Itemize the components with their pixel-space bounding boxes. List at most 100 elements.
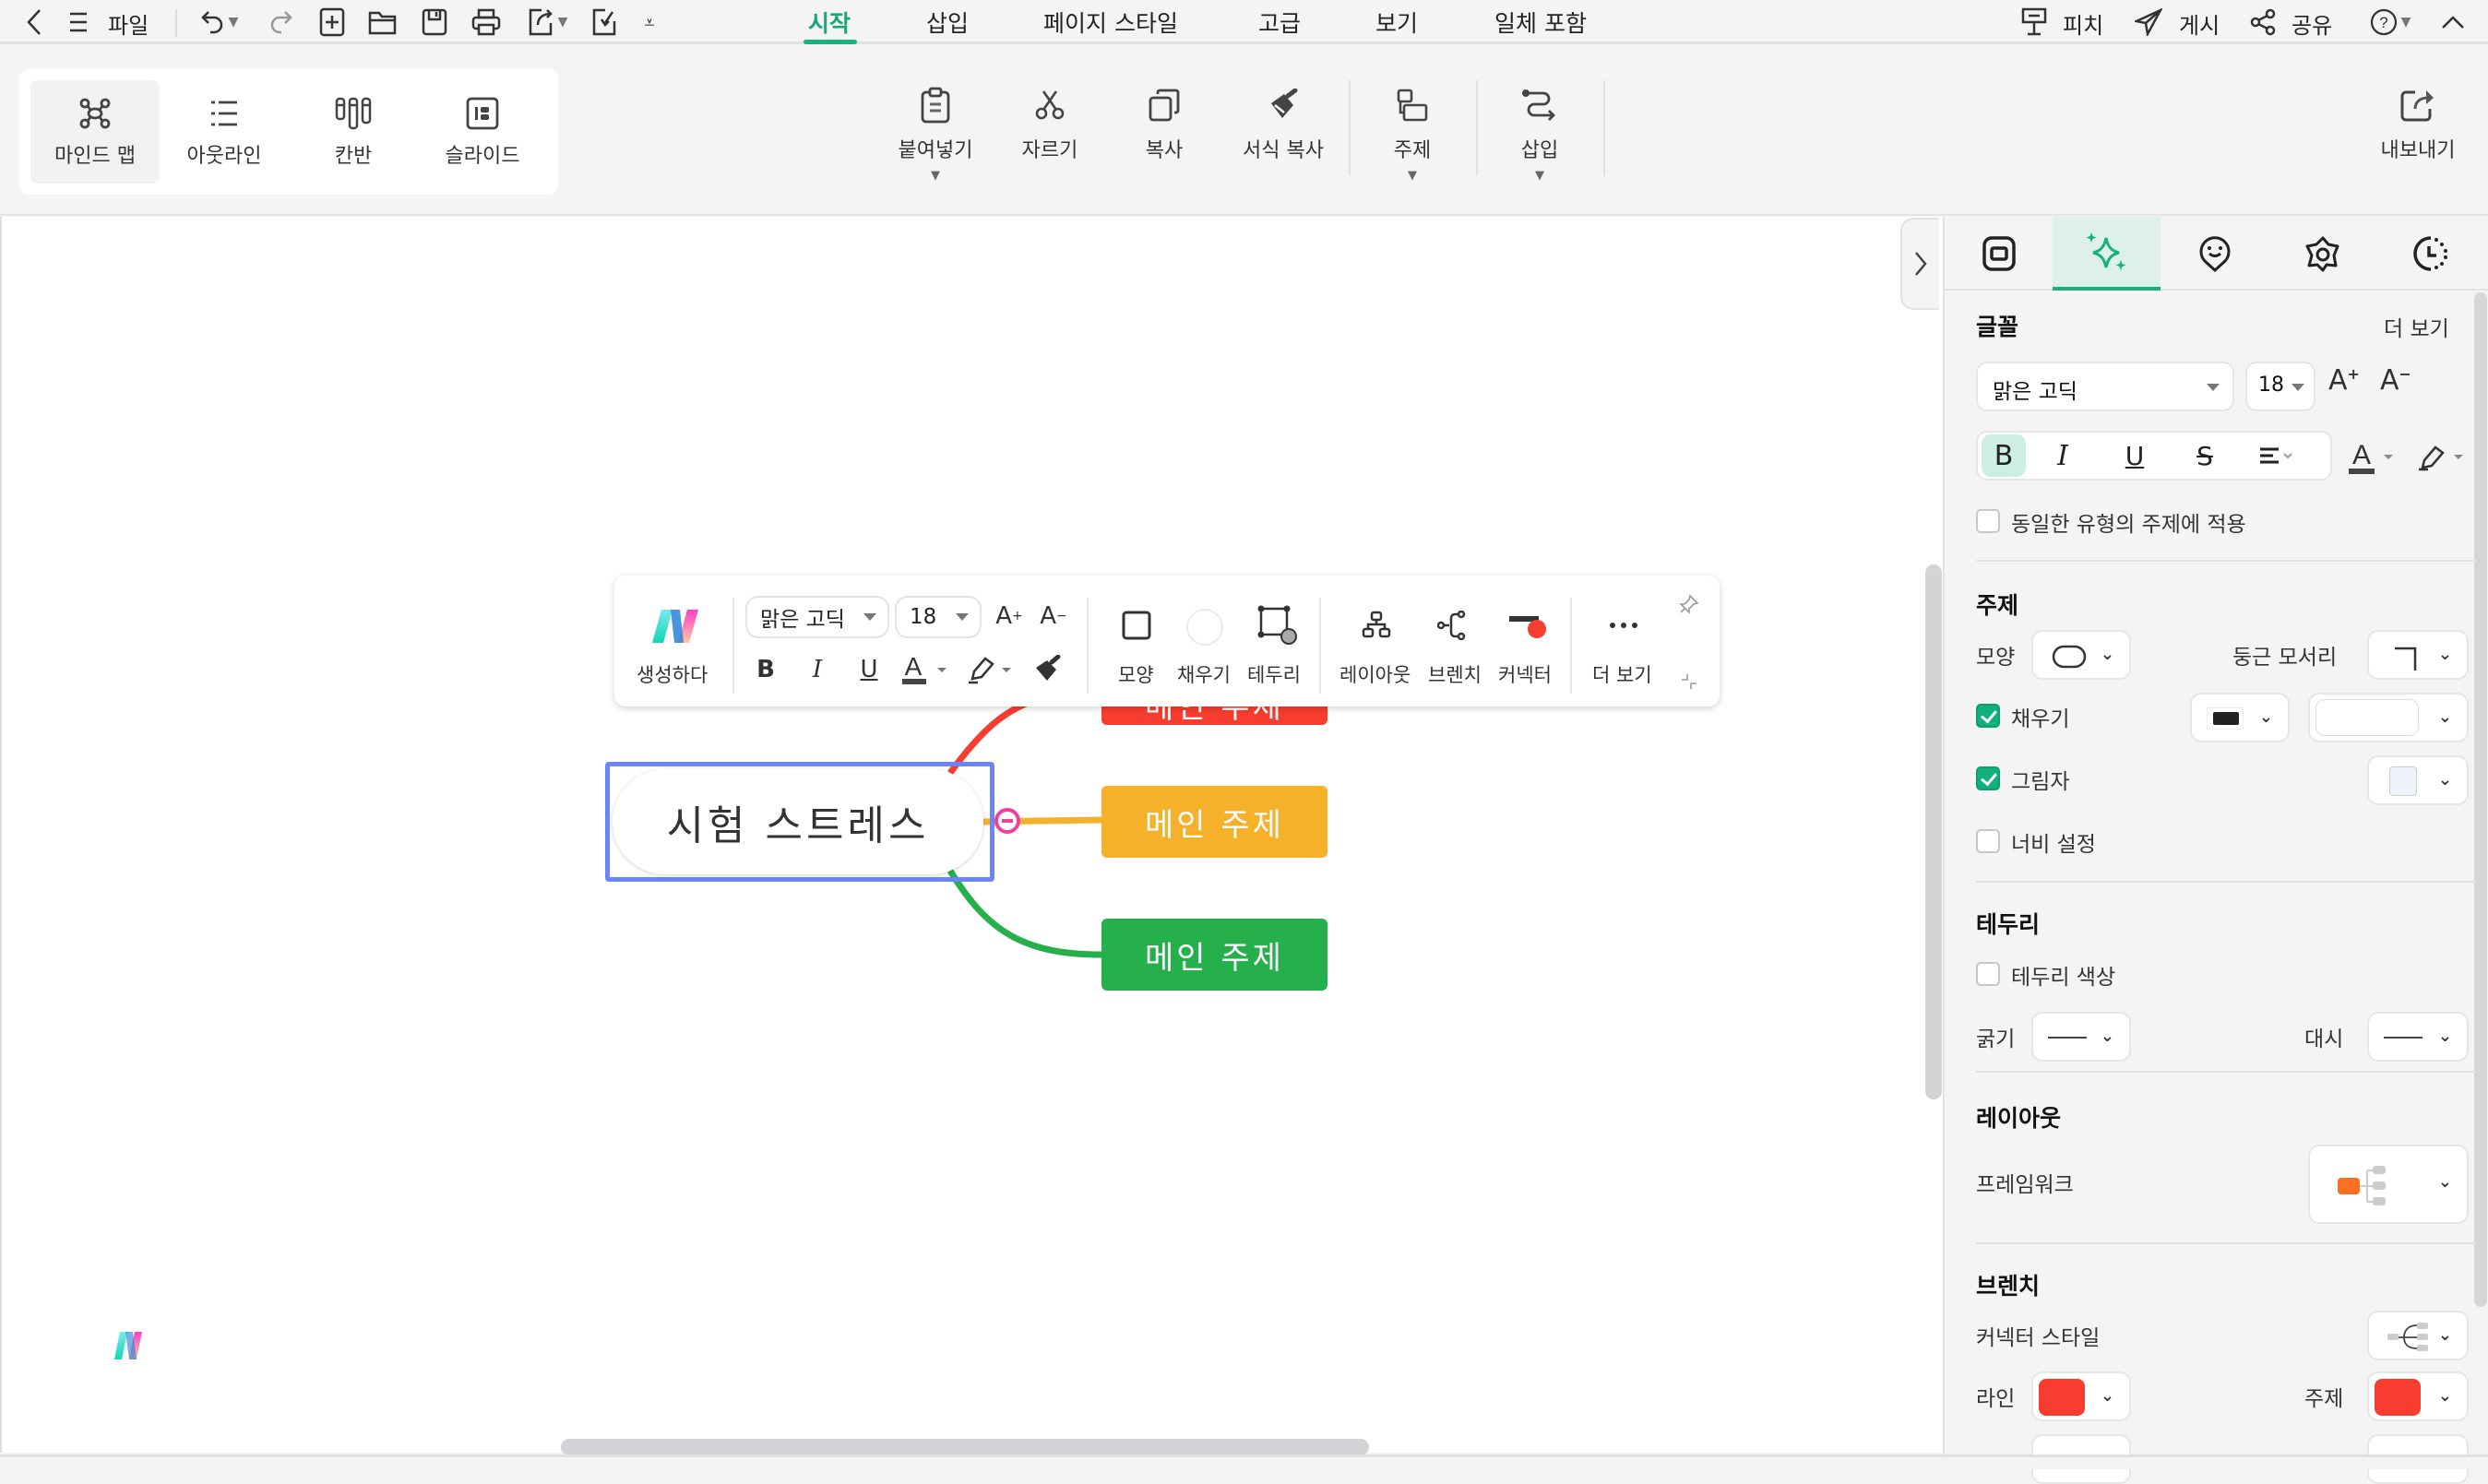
tab-theme[interactable] xyxy=(2268,217,2376,291)
pin-icon[interactable] xyxy=(1675,590,1703,618)
font-color-icon[interactable]: A xyxy=(899,649,952,690)
connector-style-select[interactable]: ⌄ xyxy=(2367,1311,2469,1360)
divider xyxy=(1976,560,2476,562)
collapse-branch-button[interactable] xyxy=(994,808,1020,834)
tab-style[interactable] xyxy=(2053,217,2161,291)
more-icon[interactable] xyxy=(1605,607,1642,644)
main-topic-3[interactable]: 메인 주제 xyxy=(1101,919,1327,991)
shape-icon[interactable] xyxy=(1118,607,1155,644)
divider xyxy=(1319,598,1321,694)
tab-canvas-style[interactable] xyxy=(1945,217,2053,291)
divider xyxy=(1087,598,1089,694)
corner-icon xyxy=(2395,647,2417,671)
topic-label: 메인 주제 xyxy=(1145,939,1284,977)
panel-highlight-button[interactable] xyxy=(2415,436,2472,479)
underline-button[interactable]: U xyxy=(2116,434,2153,477)
panel-scrollbar[interactable] xyxy=(2474,292,2487,1307)
fill-gradient-select[interactable]: ⌄ xyxy=(2308,693,2469,742)
width-checkbox[interactable] xyxy=(1976,829,2000,853)
shadow-label: 그림자 xyxy=(2011,770,2070,794)
decrease-font-icon[interactable]: A− xyxy=(1035,598,1072,635)
share-button[interactable]: 공유 xyxy=(2292,7,2332,40)
border-icon[interactable] xyxy=(1255,603,1301,647)
share-icon[interactable] xyxy=(2249,6,2277,39)
color-swatch xyxy=(2207,707,2244,730)
fill-checkbox[interactable] xyxy=(1976,704,2000,728)
export-button[interactable]: 내보내기 xyxy=(2367,84,2469,163)
chevron-down-icon: ⌄ xyxy=(2437,707,2452,727)
shadow-color-select[interactable]: ⌄ xyxy=(2367,755,2469,805)
publish-icon[interactable] xyxy=(2135,6,2162,39)
increase-font-icon[interactable]: A+ xyxy=(2328,364,2360,397)
branch-connectors xyxy=(947,697,1102,958)
font-color-icon: A xyxy=(2349,440,2393,474)
canvas-vertical-scrollbar[interactable] xyxy=(1925,564,1942,1099)
bold-button[interactable]: B xyxy=(1982,434,2026,477)
shape-select[interactable]: ⌄ xyxy=(2031,630,2131,680)
border-weight-select[interactable]: ⌄ xyxy=(2031,1012,2131,1062)
layout-icon[interactable] xyxy=(1358,607,1395,644)
ai-generate-label[interactable]: 생성하다 xyxy=(637,660,708,688)
dropdown-caret-icon xyxy=(2292,384,2304,391)
branch-icon[interactable] xyxy=(1434,607,1470,644)
ai-assistant-logo-icon[interactable] xyxy=(114,1332,155,1361)
ai-logo-icon[interactable] xyxy=(648,607,703,646)
svg-text:A: A xyxy=(2352,440,2371,470)
divider xyxy=(1976,1242,2476,1244)
chevron-down-icon: ⌄ xyxy=(2258,707,2273,727)
canvas-horizontal-scrollbar[interactable] xyxy=(561,1439,1369,1455)
panel-collapse-button[interactable] xyxy=(1900,218,1939,310)
help-icon[interactable]: ? ▼ xyxy=(2365,6,2415,39)
decrease-font-icon[interactable]: A− xyxy=(2380,364,2411,397)
font-family-select[interactable]: 맑은 고딕 xyxy=(745,596,889,638)
rounded-shape-icon xyxy=(2052,645,2087,669)
tab-marker[interactable] xyxy=(2161,217,2268,291)
apply-same-type-checkbox[interactable] xyxy=(1976,509,2000,533)
sparkle-icon xyxy=(2086,232,2125,270)
panel-font-color-button[interactable]: A xyxy=(2347,436,2404,479)
dropdown-caret-icon xyxy=(2207,384,2220,391)
branch-label: 브렌치 xyxy=(1428,664,1482,686)
text-style-group: B I U S xyxy=(1976,431,2332,481)
strikethrough-button[interactable]: S xyxy=(2186,434,2223,477)
italic-icon[interactable]: I xyxy=(801,651,834,688)
pitch-icon[interactable] xyxy=(2020,6,2048,39)
fill-color-select[interactable]: ⌄ xyxy=(2190,693,2290,742)
border-color-checkbox[interactable] xyxy=(1976,962,2000,986)
font-more-link[interactable]: 더 보기 xyxy=(2384,311,2449,342)
topic-color-select[interactable]: ⌄ xyxy=(2367,1371,2469,1421)
underline-icon[interactable]: U xyxy=(852,651,886,688)
apply-same-type-label: 동일한 유형의 주제에 적용 xyxy=(2011,513,2246,537)
shape-label: 모양 xyxy=(1118,664,1154,686)
shadow-checkbox[interactable] xyxy=(1976,766,2000,790)
collapse-toolbar-icon[interactable] xyxy=(1675,668,1703,695)
pitch-button[interactable]: 피치 xyxy=(2063,7,2103,40)
panel-font-family-select[interactable]: 맑은 고딕 xyxy=(1976,362,2234,411)
collapse-ribbon-icon[interactable] xyxy=(2439,6,2467,39)
canvas-style-icon xyxy=(1982,236,2016,271)
fill-color-icon[interactable] xyxy=(1184,607,1225,647)
main-topic-2[interactable]: 메인 주제 xyxy=(1101,786,1327,858)
bold-icon[interactable]: B xyxy=(749,651,782,688)
central-topic[interactable]: 시험 스트레스 xyxy=(613,769,983,874)
line-color-select[interactable]: ⌄ xyxy=(2031,1371,2131,1421)
connector-color-icon[interactable] xyxy=(1506,607,1552,647)
font-size-select[interactable]: 18 xyxy=(895,596,982,638)
font-size-value: 18 xyxy=(2258,374,2284,397)
increase-font-icon[interactable]: A+ xyxy=(991,598,1028,635)
tab-history[interactable] xyxy=(2376,217,2484,291)
format-painter-icon[interactable] xyxy=(1030,649,1066,690)
publish-button[interactable]: 게시 xyxy=(2179,7,2220,40)
panel-font-size-select[interactable]: 18 xyxy=(2245,362,2315,411)
align-button[interactable] xyxy=(2255,436,2310,475)
border-dash-select[interactable]: ⌄ xyxy=(2367,1012,2469,1062)
italic-button[interactable]: I xyxy=(2044,434,2081,477)
central-topic-label: 시험 스트레스 xyxy=(666,802,930,849)
layout-label: 레이아웃 xyxy=(1339,664,1411,686)
framework-select[interactable]: ⌄ xyxy=(2308,1145,2469,1224)
export-icon xyxy=(2367,84,2469,126)
highlighter-icon[interactable] xyxy=(963,649,1017,690)
dropdown-caret-icon xyxy=(956,613,969,621)
svg-text:A: A xyxy=(905,652,923,681)
corner-select[interactable]: ⌄ xyxy=(2367,630,2469,680)
